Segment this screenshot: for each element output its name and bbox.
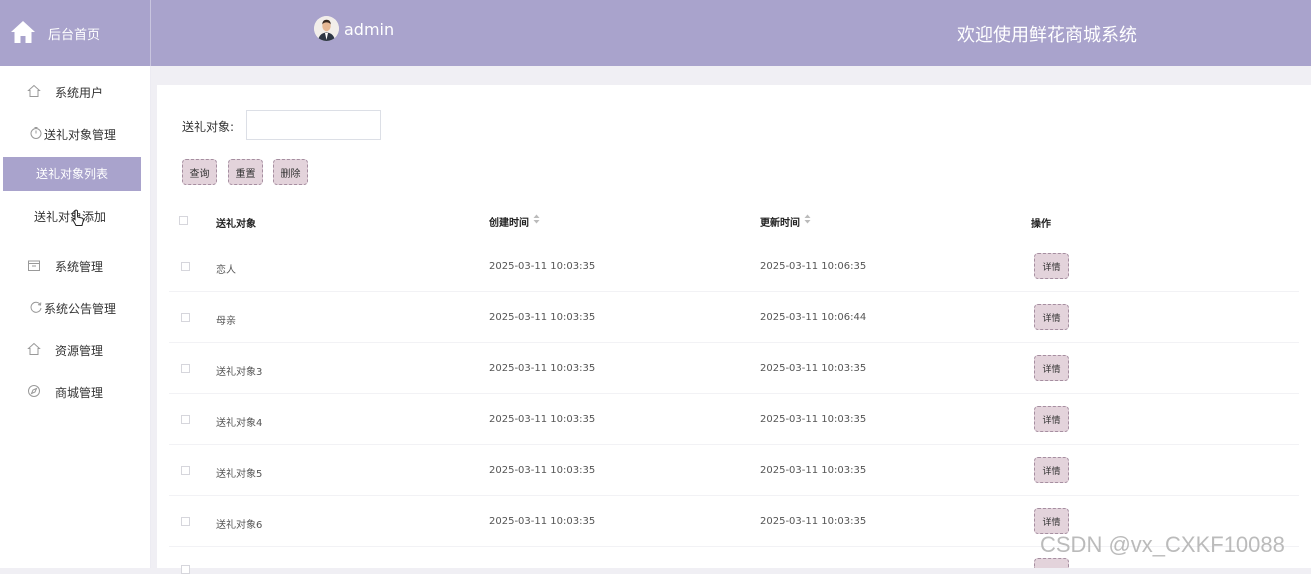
brand-title: 后台首页 <box>48 28 101 43</box>
row-checkbox[interactable] <box>181 313 190 322</box>
sidebar-item-announcement-mgmt[interactable]: 系统公告管理 <box>0 298 151 318</box>
header-created[interactable]: 创建时间 <box>489 214 529 229</box>
sidebar-item-label: 系统管理 <box>55 260 104 274</box>
row-checkbox[interactable] <box>181 517 190 526</box>
cell-created: 2025-03-11 10:03:35 <box>489 363 596 374</box>
search-label: 送礼对象: <box>182 120 235 134</box>
row-checkbox[interactable] <box>181 466 190 475</box>
detail-button[interactable]: 详情 <box>1034 304 1069 330</box>
cell-updated: 2025-03-11 10:03:35 <box>760 414 867 425</box>
sidebar-item-label: 送礼对象管理 <box>44 128 117 142</box>
row-divider <box>169 393 1299 394</box>
row-checkbox[interactable] <box>181 364 190 373</box>
row-checkbox[interactable] <box>181 415 190 424</box>
sidebar-item-system-users[interactable]: 系统用户 <box>0 82 151 102</box>
header-updated[interactable]: 更新时间 <box>760 214 800 229</box>
detail-button[interactable]: 详情 <box>1034 508 1069 534</box>
cell-name: 送礼对象5 <box>216 469 263 480</box>
home-icon <box>11 21 35 43</box>
home-outline-icon <box>27 84 41 97</box>
sidebar-item-gift-recipient-mgmt[interactable]: 送礼对象管理 <box>0 124 151 144</box>
submenu-item-gift-recipient-list[interactable]: 送礼对象列表 <box>3 157 141 191</box>
row-checkbox[interactable] <box>181 565 190 574</box>
cell-updated: 2025-03-11 10:06:35 <box>760 261 867 272</box>
top-header: 后台首页 admin 欢迎使用鲜花商城系统 <box>0 0 1311 66</box>
select-all-checkbox[interactable] <box>179 216 188 225</box>
sidebar-item-label: 商城管理 <box>55 386 104 400</box>
home-outline-icon <box>27 342 41 355</box>
cell-name: 恋人 <box>216 265 236 276</box>
welcome-title: 欢迎使用鲜花商城系统 <box>957 25 1137 46</box>
cell-created: 2025-03-11 10:03:35 <box>489 414 596 425</box>
row-divider <box>169 444 1299 445</box>
timer-icon <box>30 127 42 139</box>
cell-created: 2025-03-11 10:03:35 <box>489 312 596 323</box>
cell-created: 2025-03-11 10:03:35 <box>489 516 596 527</box>
search-input[interactable] <box>246 110 381 140</box>
query-button[interactable]: 查询 <box>182 159 217 185</box>
cell-updated: 2025-03-11 10:03:35 <box>760 465 867 476</box>
main-panel: 送礼对象: 查询 重置 删除 送礼对象 创建时间 更新时间 操作 恋人 2025… <box>157 85 1311 574</box>
header-name: 送礼对象 <box>216 219 256 230</box>
row-checkbox[interactable] <box>181 262 190 271</box>
cell-updated: 2025-03-11 10:06:44 <box>760 312 867 323</box>
sidebar-item-label: 系统用户 <box>55 86 104 100</box>
avatar <box>314 16 339 41</box>
detail-button[interactable]: 详情 <box>1034 457 1069 483</box>
sidebar-item-label: 系统公告管理 <box>44 302 117 316</box>
submenu-item-gift-recipient-add[interactable]: 送礼对象添加 <box>0 208 140 225</box>
sidebar-item-system-mgmt[interactable]: 系统管理 <box>0 256 151 276</box>
watermark: CSDN @vx_CXKF10088 <box>1040 532 1285 557</box>
cell-created: 2025-03-11 10:03:35 <box>489 465 596 476</box>
sort-icon[interactable] <box>804 214 811 224</box>
cell-name: 送礼对象3 <box>216 367 263 378</box>
box-icon <box>28 260 40 271</box>
detail-button-partial[interactable] <box>1034 558 1069 568</box>
detail-button[interactable]: 详情 <box>1034 355 1069 381</box>
sidebar-item-label: 资源管理 <box>55 344 104 358</box>
header-actions: 操作 <box>1031 219 1051 230</box>
sidebar-item-mall-mgmt[interactable]: 商城管理 <box>0 382 151 402</box>
sidebar: 系统用户 送礼对象管理 送礼对象列表 送礼对象添加 系统管理 系统公告管理 资源… <box>0 66 151 568</box>
cell-name: 送礼对象6 <box>216 520 263 531</box>
compass-icon <box>28 385 40 397</box>
delete-button[interactable]: 删除 <box>273 159 308 185</box>
cell-updated: 2025-03-11 10:03:35 <box>760 363 867 374</box>
user-name: admin <box>344 20 395 39</box>
row-divider <box>169 495 1299 496</box>
cell-created: 2025-03-11 10:03:35 <box>489 261 596 272</box>
row-divider <box>169 342 1299 343</box>
user-avatar-icon <box>314 16 339 41</box>
detail-button[interactable]: 详情 <box>1034 253 1069 279</box>
sidebar-item-resource-mgmt[interactable]: 资源管理 <box>0 340 151 360</box>
mouse-pointer-icon <box>72 209 84 226</box>
detail-button[interactable]: 详情 <box>1034 406 1069 432</box>
brand-home-link[interactable]: 后台首页 <box>0 0 151 66</box>
reset-button[interactable]: 重置 <box>228 159 263 185</box>
refresh-circle-icon <box>30 301 42 313</box>
cell-name: 母亲 <box>216 316 236 327</box>
row-divider <box>169 291 1299 292</box>
cell-updated: 2025-03-11 10:03:35 <box>760 516 867 527</box>
sort-icon[interactable] <box>533 214 540 224</box>
cell-name: 送礼对象4 <box>216 418 263 429</box>
